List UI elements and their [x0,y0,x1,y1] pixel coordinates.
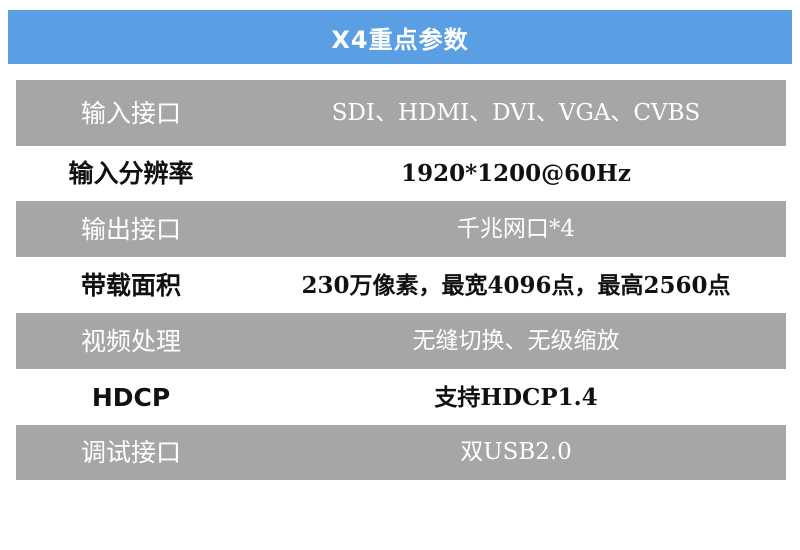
row-value-line: VGA、CVBS [558,99,701,126]
table-row-debug-interface: 调试接口 双USB2.0 [16,425,786,480]
row-label: 输入分辨率 [68,159,194,188]
table-row-output-interface: 输出接口 千兆网口*4 [16,201,786,257]
row-label: 带载面积 [80,270,181,300]
row-value: 230万像素，最宽4096点， 最高2560点 [246,257,786,313]
row-label: HDCP [91,382,171,412]
row-value-line: 1920*1200@60Hz [401,160,631,187]
table-row-input-interface: 输入接口 SDI、HDMI、DVI、 VGA、CVBS [16,80,786,146]
row-label: 调试接口 [80,438,181,467]
row-value-line: SDI、HDMI、DVI、 [331,99,559,126]
row-value: 千兆网口*4 [246,201,786,257]
table-row-video-processing: 视频处理 无缝切换、无级缩放 [16,313,786,369]
table-row-input-resolution: 输入分辨率 1920*1200@60Hz [16,146,786,201]
table-row-load-area: 带载面积 230万像素，最宽4096点， 最高2560点 [16,257,786,313]
row-value-line: 无缝切换、无级缩放 [412,327,620,354]
row-value: 支持HDCP1.4 [246,369,786,425]
row-value-line: 支持HDCP1.4 [434,383,598,411]
row-value-line: 千兆网口*4 [456,215,576,242]
title-bar: X4重点参数 [8,10,792,64]
row-value: 双USB2.0 [246,425,786,480]
row-label: 输入接口 [80,98,181,128]
row-value-line: 双USB2.0 [460,439,572,465]
row-value-line: 最高2560点 [597,271,731,299]
row-value: SDI、HDMI、DVI、 VGA、CVBS [246,80,786,146]
row-label: 视频处理 [80,326,181,356]
row-label: 输出接口 [80,214,181,244]
spec-table: 输入接口 SDI、HDMI、DVI、 VGA、CVBS 输入分辨率 1920*1… [16,80,786,480]
table-row-hdcp: HDCP 支持HDCP1.4 [16,369,786,425]
row-value-line: 230万像素，最宽4096点， [301,271,598,299]
row-value: 1920*1200@60Hz [246,146,786,201]
row-value: 无缝切换、无级缩放 [246,313,786,369]
page-title: X4重点参数 [331,25,469,54]
